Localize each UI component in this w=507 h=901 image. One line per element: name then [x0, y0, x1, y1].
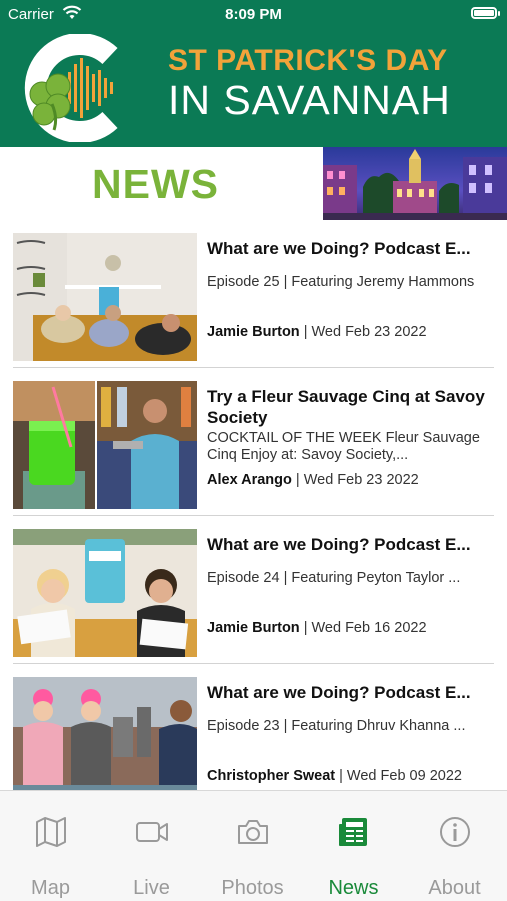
article-thumbnail — [13, 381, 197, 509]
savannah-city-image — [323, 147, 507, 220]
article-byline: Jamie Burton | Wed Feb 23 2022 — [207, 324, 427, 340]
video-icon — [136, 822, 168, 842]
article-title[interactable]: What are we Doing? Podcast E... — [207, 238, 492, 259]
status-time: 8:09 PM — [225, 6, 282, 23]
tab-label: About — [428, 877, 481, 899]
app-banner: ST PATRICK'S DAY IN SAVANNAH — [0, 30, 507, 147]
article-title[interactable]: What are we Doing? Podcast E... — [207, 534, 492, 555]
article-author: Jamie Burton — [207, 620, 300, 636]
article-title[interactable]: What are we Doing? Podcast E... — [207, 682, 492, 703]
tab-label: Map — [31, 877, 70, 899]
map-icon — [36, 817, 66, 847]
article-author: Alex Arango — [207, 472, 292, 488]
tab-label: Live — [133, 877, 170, 899]
article-author: Christopher Sweat — [207, 768, 336, 784]
article-date: | Wed Feb 23 2022 — [295, 472, 419, 488]
article-excerpt: COCKTAIL OF THE WEEK Fleur Sauvage Cinq … — [207, 430, 480, 463]
article-thumbnail — [13, 233, 197, 361]
tab-map[interactable]: Map — [0, 791, 101, 901]
camera-icon — [238, 820, 268, 844]
article-byline: Christopher Sweat | Wed Feb 09 2022 — [207, 768, 462, 784]
tab-label: Photos — [221, 877, 284, 899]
news-article-card[interactable]: What are we Doing? Podcast E... Episode … — [0, 516, 507, 664]
tab-about[interactable]: About — [404, 791, 505, 901]
article-byline: Alex Arango | Wed Feb 23 2022 — [207, 472, 419, 488]
article-byline: Jamie Burton | Wed Feb 16 2022 — [207, 620, 427, 636]
article-title[interactable]: Try a Fleur Sauvage Cinq at Savoy Societ… — [207, 386, 492, 428]
article-thumbnail — [13, 529, 197, 657]
news-list[interactable]: What are we Doing? Podcast E... Episode … — [0, 220, 507, 790]
section-header: NEWS — [0, 147, 507, 220]
tab-bar: Map Live Photos News About — [0, 790, 507, 901]
article-excerpt: Episode 24 | Featuring Peyton Taylor ... — [207, 570, 461, 586]
news-article-card[interactable]: What are we Doing? Podcast E... Episode … — [0, 220, 507, 368]
banner-title-line1: ST PATRICK'S DAY — [168, 44, 448, 77]
status-bar: Carrier 8:09 PM — [0, 0, 507, 30]
tab-news[interactable]: News — [303, 791, 404, 901]
news-article-card[interactable]: What are we Doing? Podcast E... Episode … — [0, 664, 507, 790]
section-title: NEWS — [92, 161, 219, 207]
tab-live[interactable]: Live — [101, 791, 202, 901]
banner-title-line2: IN SAVANNAH — [168, 77, 451, 123]
article-date: | Wed Feb 09 2022 — [339, 768, 462, 784]
battery-icon — [471, 7, 500, 19]
article-date: | Wed Feb 16 2022 — [303, 620, 427, 636]
article-excerpt: Episode 23 | Featuring Dhruv Khanna ... — [207, 718, 466, 734]
news-article-card[interactable]: Try a Fleur Sauvage Cinq at Savoy Societ… — [0, 368, 507, 516]
tab-photos[interactable]: Photos — [202, 791, 303, 901]
article-date: | Wed Feb 23 2022 — [303, 324, 427, 340]
app-logo-icon — [24, 34, 118, 142]
article-excerpt: Episode 25 | Featuring Jeremy Hammons — [207, 274, 475, 290]
article-thumbnail — [13, 677, 197, 790]
article-author: Jamie Burton — [207, 324, 300, 340]
newspaper-icon — [339, 818, 367, 846]
info-icon — [440, 817, 470, 847]
tab-label: News — [328, 877, 379, 899]
